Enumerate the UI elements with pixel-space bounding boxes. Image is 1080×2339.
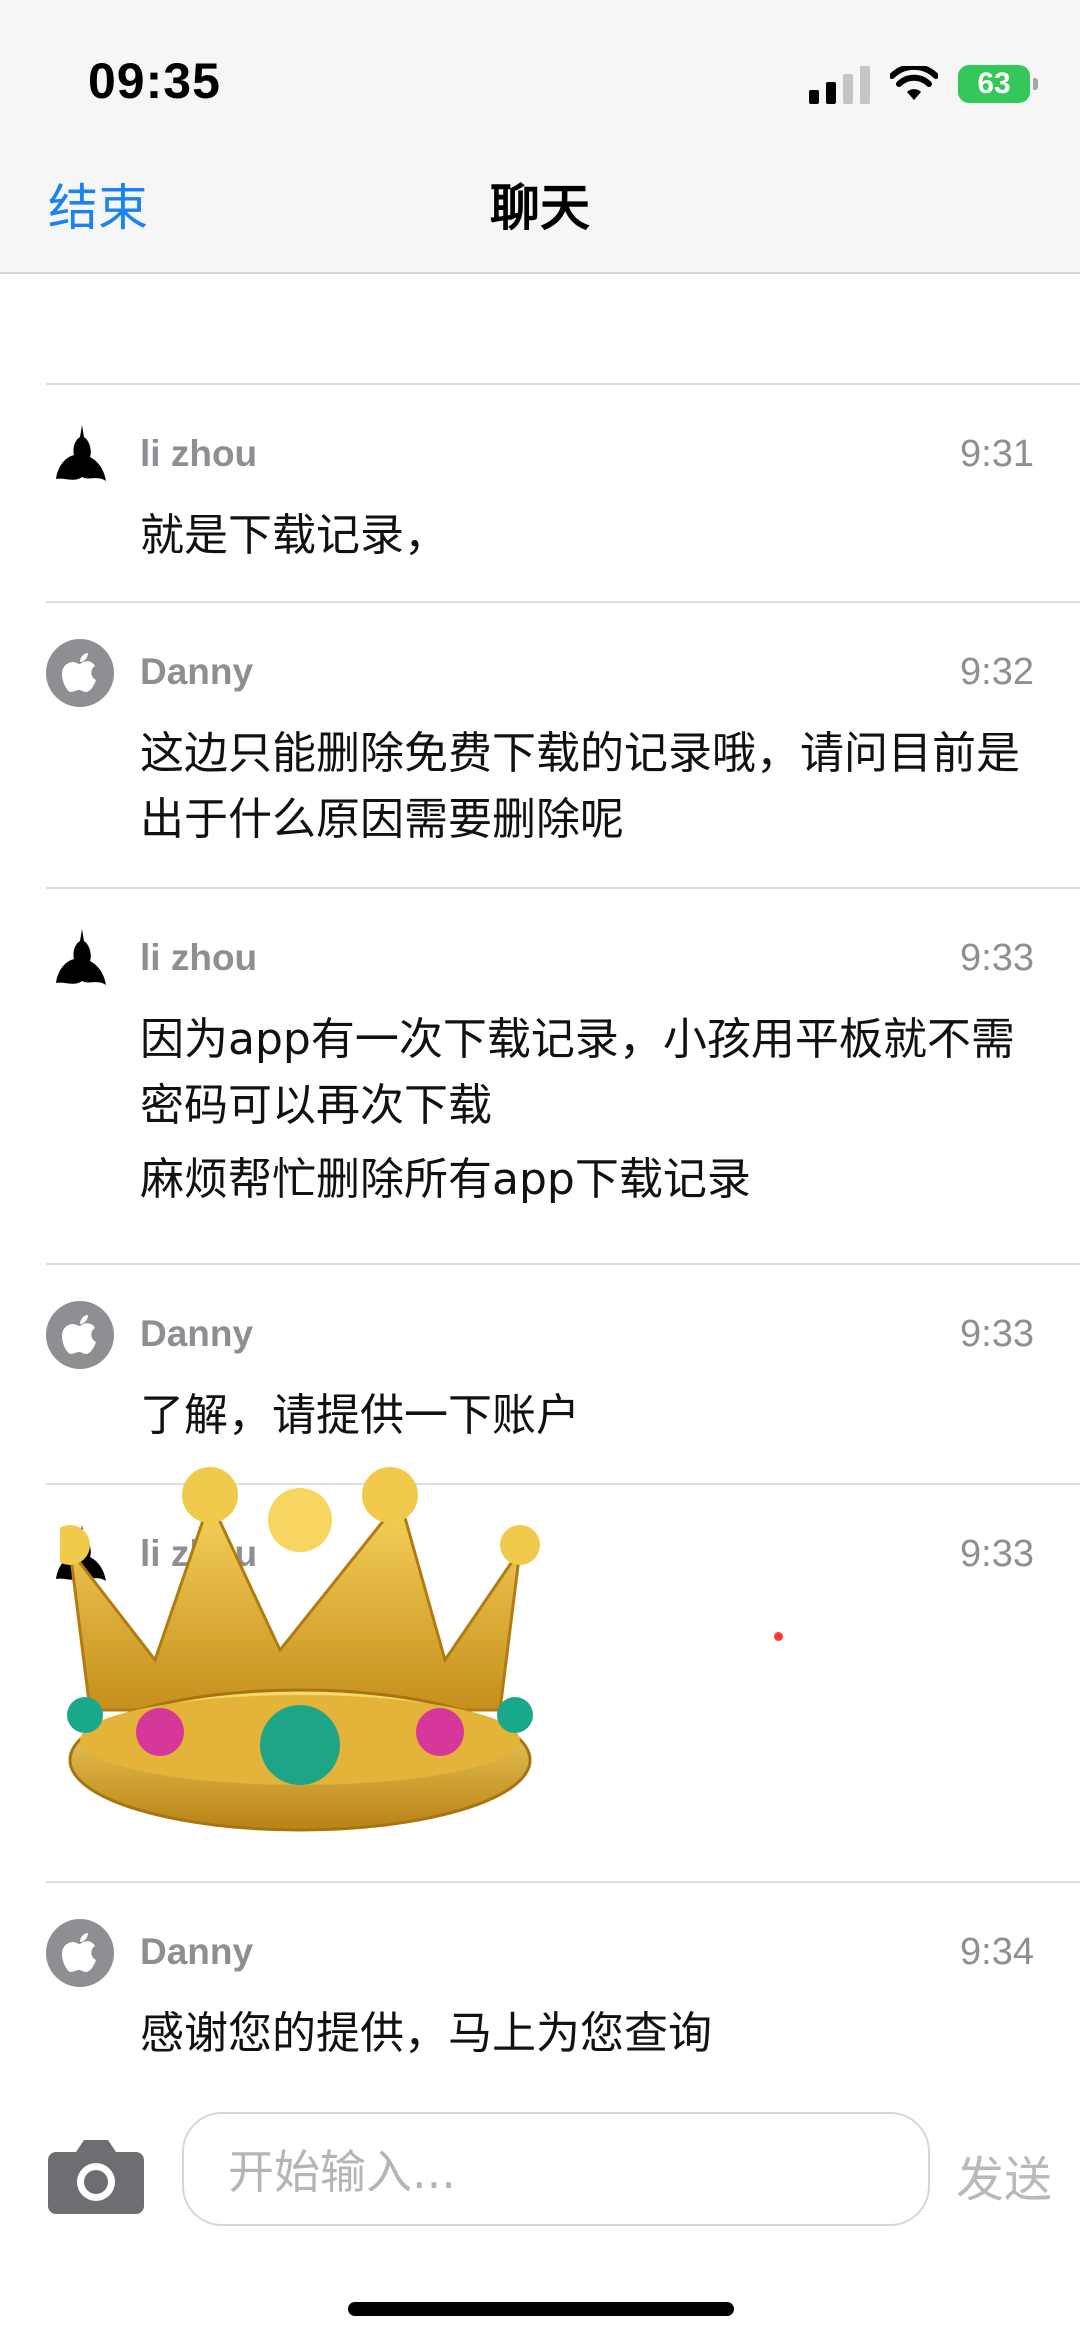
apple-logo-icon <box>46 639 114 707</box>
apple-logo-icon <box>46 1301 114 1369</box>
battery-icon: 63 <box>958 65 1038 103</box>
crown-sticker <box>60 1467 540 1832</box>
apple-logo-icon <box>46 1919 114 1987</box>
message-input[interactable]: 开始输入... <box>182 2112 930 2226</box>
message-time: 9:33 <box>960 937 1034 979</box>
red-dot <box>774 1632 783 1641</box>
user-avatar-icon <box>46 421 114 489</box>
send-button[interactable]: 发送 <box>956 2140 1052 2210</box>
message-text: 了解，请提供一下账户 <box>140 1390 580 1441</box>
user-avatar-icon <box>46 925 114 993</box>
message-item: Danny 9:32 这边只能删除免费下载的记录哦，请问目前是出于什么原因需要删… <box>46 601 1080 889</box>
message-text: 因为app有一次下载记录，小孩用平板就不需密码可以再次下载 <box>140 1014 1015 1131</box>
page-title: 聊天 <box>490 179 590 237</box>
composer-bar: 开始输入... 发送 <box>0 2098 1080 2258</box>
input-placeholder: 开始输入... <box>228 2145 456 2199</box>
sender-name: Danny <box>140 1313 254 1354</box>
sender-name: li zhou <box>140 433 258 474</box>
camera-icon[interactable] <box>48 2136 144 2214</box>
sender-name: Danny <box>140 1931 254 1972</box>
home-indicator[interactable] <box>348 2302 734 2316</box>
sender-name: li zhou <box>140 937 258 978</box>
message-item: Danny 9:33 了解，请提供一下账户 <box>46 1263 1080 1485</box>
message-time: 9:32 <box>960 651 1034 693</box>
message-item: li zhou 9:31 就是下载记录， <box>46 383 1080 603</box>
sender-name: Danny <box>140 651 254 692</box>
message-time: 9:34 <box>960 1931 1034 1973</box>
message-text: 这边只能删除免费下载的记录哦，请问目前是出于什么原因需要删除呢 <box>140 728 1020 845</box>
message-item: li zhou 9:33 因为app有一次下载记录，小孩用平板就不需密码可以再次… <box>46 887 1080 1265</box>
battery-level: 63 <box>977 67 1011 100</box>
message-time: 9:33 <box>960 1313 1034 1355</box>
message-text: 感谢您的提供，马上为您查询 <box>140 2008 712 2059</box>
top-bar: 09:35 63 结束 聊天 <box>0 0 1080 274</box>
wifi-icon <box>890 66 938 100</box>
message-time: 9:31 <box>960 433 1034 475</box>
status-icons: 63 <box>809 62 1038 106</box>
message-text: 麻烦帮忙删除所有app下载记录 <box>140 1154 751 1205</box>
message-item: Danny 9:34 感谢您的提供，马上为您查询 <box>46 1881 1080 2083</box>
message-text: 就是下载记录， <box>140 510 448 561</box>
message-time: 9:33 <box>960 1533 1034 1575</box>
status-time: 09:35 <box>88 53 221 109</box>
cellular-signal-icon <box>809 64 870 104</box>
